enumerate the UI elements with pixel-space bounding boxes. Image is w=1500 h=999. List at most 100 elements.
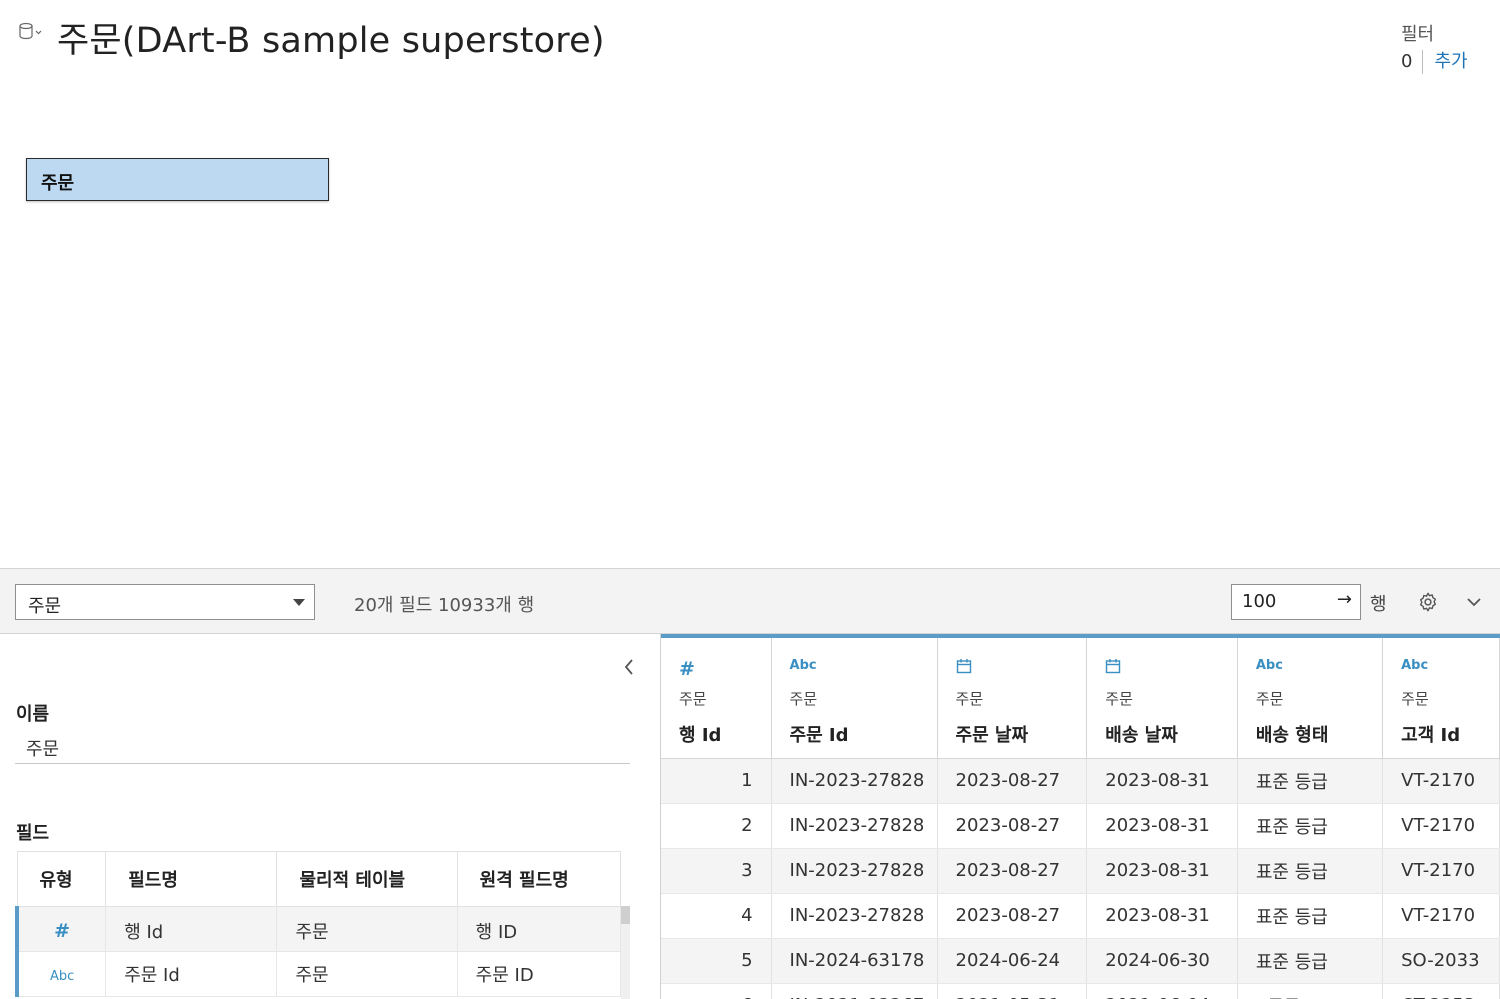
column-header-remote-field-name[interactable]: 원격 필드명	[456, 851, 622, 907]
divider	[15, 763, 630, 764]
grid-cell[interactable]: 2023-08-27	[937, 758, 1088, 804]
grid-row[interactable]: 3 IN-2023-27828 2023-08-27 2023-08-31 표준 등급 V…	[661, 848, 1500, 894]
column-name[interactable]: 주문 날짜	[956, 721, 1087, 747]
grid-cell[interactable]: 5	[661, 938, 772, 984]
grid-column-header[interactable]: Abc 주문 주문 Id	[771, 634, 938, 759]
page-title: 주문(DArt-B sample superstore)	[57, 21, 605, 61]
grid-cell[interactable]: 4	[661, 893, 772, 939]
chevron-down-icon[interactable]	[1465, 593, 1483, 611]
filter-count: 0	[1401, 50, 1424, 74]
caret-down-icon	[293, 599, 305, 606]
grid-cell[interactable]: 2023-08-31	[1086, 893, 1238, 939]
column-source-table: 주문	[679, 690, 707, 708]
column-source-table: 주문	[1401, 690, 1429, 708]
grid-cell[interactable]: 2	[661, 803, 772, 849]
grid-cell[interactable]: SO-2033	[1382, 938, 1500, 984]
grid-cell[interactable]: 2023-08-31	[1086, 848, 1238, 894]
physical-table-cell: 주문	[276, 951, 458, 997]
grid-cell[interactable]: 2등급	[1237, 983, 1384, 999]
number-type-icon[interactable]: #	[54, 920, 70, 942]
grid-cell[interactable]: 표준 등급	[1237, 758, 1384, 804]
table-select[interactable]: 주문	[15, 584, 315, 620]
grid-row[interactable]: 1 IN-2023-27828 2023-08-27 2023-08-31 표준 등급 V…	[661, 758, 1500, 804]
grid-cell[interactable]: 표준 등급	[1237, 893, 1384, 939]
data-grid: # 주문 행 Id Abc 주문 주문 Id 주문 주문 날짜 주문 배송 날짜 Abc 주문 배송 형…	[660, 634, 1500, 999]
grid-row[interactable]: 4 IN-2023-27828 2023-08-27 2023-08-31 표준 등급 V…	[661, 893, 1500, 939]
column-header-type[interactable]: 유형	[16, 851, 107, 907]
string-type-icon[interactable]: Abc	[1256, 658, 1382, 680]
grid-cell[interactable]: 2023-08-31	[1086, 758, 1238, 804]
grid-cell[interactable]: 2023-08-27	[937, 803, 1088, 849]
grid-cell[interactable]: 2021-06-04	[1086, 983, 1238, 999]
grid-row[interactable]: 2 IN-2023-27828 2023-08-27 2023-08-31 표준 등급 V…	[661, 803, 1500, 849]
grid-cell[interactable]: VT-2170	[1382, 803, 1500, 849]
database-icon[interactable]	[18, 22, 44, 42]
physical-table-cell: 주문	[276, 906, 458, 952]
grid-cell[interactable]: IN-2023-27828	[771, 803, 938, 849]
column-name[interactable]: 고객 Id	[1401, 721, 1499, 747]
grid-cell[interactable]: 표준 등급	[1237, 803, 1384, 849]
grid-cell[interactable]: 2024-06-30	[1086, 938, 1238, 984]
grid-cell[interactable]: 3	[661, 848, 772, 894]
table-row[interactable]: Abc 주문 Id 주문 주문 ID	[15, 951, 622, 997]
calendar-icon[interactable]	[1105, 658, 1237, 680]
calendar-icon[interactable]	[956, 658, 1087, 680]
string-type-icon[interactable]: Abc	[50, 969, 74, 984]
grid-cell[interactable]: 2021-05-31	[937, 983, 1088, 999]
column-source-table: 주문	[955, 690, 984, 708]
remote-field-cell: 행 ID	[456, 906, 622, 952]
grid-cell[interactable]: VT-2170	[1382, 893, 1500, 939]
column-header-field-name[interactable]: 필드명	[105, 851, 278, 907]
add-filter-link[interactable]: 추가	[1423, 50, 1467, 74]
collapse-panel-icon[interactable]	[620, 656, 638, 678]
grid-cell[interactable]: 6	[661, 983, 772, 999]
grid-cell[interactable]: 1	[661, 758, 772, 804]
fields-metadata-table: 유형 필드명 물리적 테이블 원격 필드명 # 행 Id 주문 행 ID Abc…	[15, 851, 622, 997]
arrow-right-icon[interactable]: →	[1337, 589, 1352, 610]
grid-cell[interactable]: 표준 등급	[1237, 938, 1384, 984]
column-source-table: 주문	[1105, 690, 1133, 708]
column-name[interactable]: 배송 날짜	[1105, 721, 1237, 747]
grid-cell[interactable]: IN-2023-27828	[771, 893, 938, 939]
grid-cell[interactable]: IN-2024-63178	[771, 938, 938, 984]
grid-column-header[interactable]: # 주문행 Id	[661, 634, 772, 759]
grid-cell[interactable]: 2023-08-31	[1086, 803, 1238, 849]
grid-cell[interactable]: 표준 등급	[1237, 848, 1384, 894]
metadata-scrollbar[interactable]	[621, 906, 630, 999]
grid-column-header[interactable]: 주문주문 날짜	[937, 634, 1088, 759]
grid-row[interactable]: 5 IN-2024-63178 2024-06-24 2024-06-30 표준 등급 S…	[661, 938, 1500, 984]
gear-icon[interactable]	[1417, 591, 1439, 613]
grid-row[interactable]: 6IN-2021-922672021-05-312021-06-042등급CT-…	[661, 983, 1500, 999]
grid-cell[interactable]: 2024-06-24	[937, 938, 1088, 984]
grid-cell[interactable]: VT-2170	[1382, 848, 1500, 894]
string-type-icon[interactable]: Abc	[790, 658, 937, 680]
column-name[interactable]: 배송 형태	[1256, 721, 1382, 747]
data-toolbar: 주문 20개 필드 10933개 행 100 → 행	[0, 568, 1500, 634]
column-header-physical-table[interactable]: 물리적 테이블	[276, 851, 458, 907]
grid-column-header[interactable]: Abc 주문고객 Id	[1382, 634, 1500, 759]
column-name[interactable]: 주문 Id	[790, 721, 937, 747]
field-name-cell[interactable]: 주문 Id	[105, 951, 278, 997]
grid-cell[interactable]: VT-2170	[1382, 758, 1500, 804]
column-name[interactable]: 행 Id	[679, 721, 771, 747]
name-value[interactable]: 주문	[26, 735, 59, 761]
grid-cell[interactable]: 2023-08-27	[937, 893, 1088, 939]
remote-field-cell: 주문 ID	[456, 951, 622, 997]
grid-cell[interactable]: IN-2023-27828	[771, 758, 938, 804]
field-row-summary: 20개 필드 10933개 행	[354, 595, 535, 616]
grid-cell[interactable]: IN-2023-27828	[771, 848, 938, 894]
row-limit-value: 100	[1242, 591, 1277, 612]
grid-column-header[interactable]: 주문배송 날짜	[1086, 634, 1238, 759]
canvas-table-node[interactable]: 주문	[26, 158, 329, 201]
row-limit-input[interactable]: 100 →	[1231, 584, 1361, 620]
table-row[interactable]: # 행 Id 주문 행 ID	[15, 906, 622, 952]
column-source-table: 주문	[1255, 690, 1284, 708]
string-type-icon[interactable]: Abc	[1401, 658, 1499, 680]
number-type-icon[interactable]: #	[679, 658, 771, 680]
grid-cell[interactable]: CT-2253	[1382, 983, 1500, 999]
scrollbar-thumb[interactable]	[621, 906, 630, 924]
grid-column-header[interactable]: Abc 주문배송 형태	[1237, 634, 1384, 759]
grid-cell[interactable]: 2023-08-27	[937, 848, 1088, 894]
grid-cell[interactable]: IN-2021-92267	[771, 983, 938, 999]
field-name-cell[interactable]: 행 Id	[105, 906, 278, 952]
